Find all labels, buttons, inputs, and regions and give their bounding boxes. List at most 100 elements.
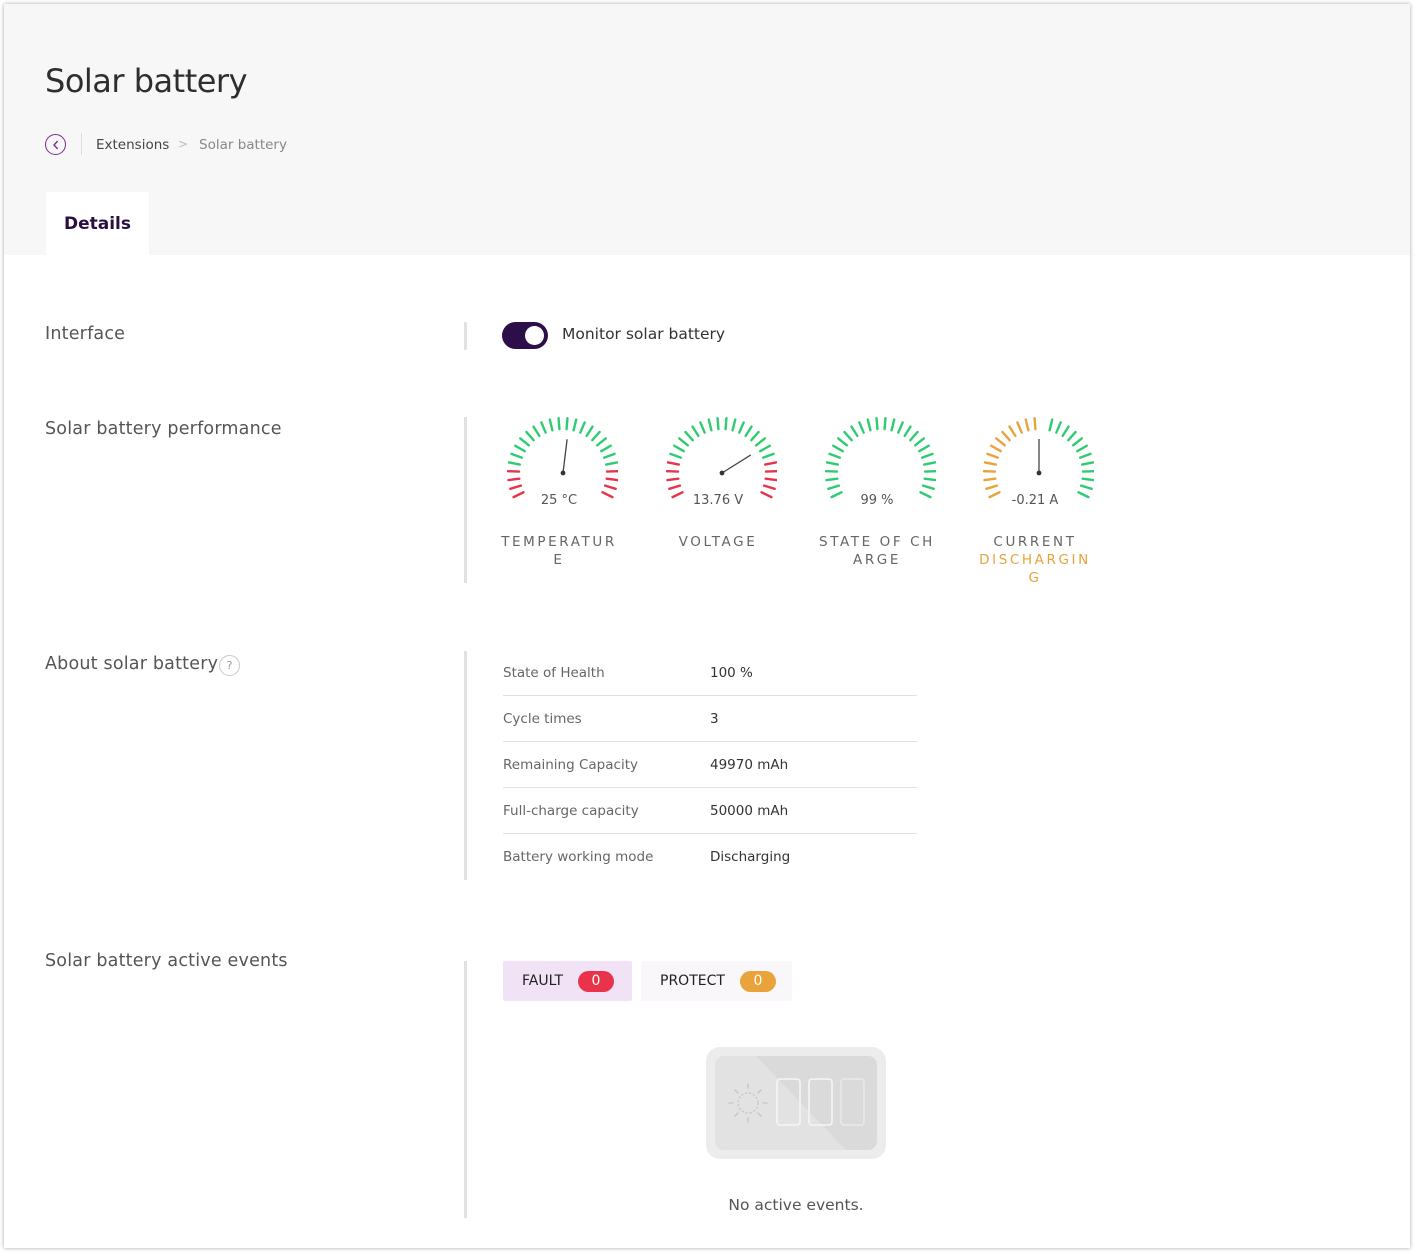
gauge-tick xyxy=(605,477,618,482)
gauge-tick xyxy=(557,416,561,431)
gauge-label: STATE OF CHARGE xyxy=(818,533,936,569)
fault-count-badge: 0 xyxy=(578,970,615,992)
gauge-tick xyxy=(669,452,682,459)
gauge-tick xyxy=(1080,461,1094,466)
section-divider xyxy=(464,417,467,583)
chevron-left-icon xyxy=(52,140,58,149)
gauge-tick xyxy=(1055,421,1062,434)
row-value: Discharging xyxy=(710,849,791,865)
chip-label: FAULT xyxy=(522,973,564,989)
table-row: Full-charge capacity 50000 mAh xyxy=(503,788,917,834)
gauge-tick xyxy=(832,444,844,453)
breadcrumb-extensions-link[interactable]: Extensions xyxy=(96,137,169,153)
gauge-tick xyxy=(603,484,617,491)
gauge-tick xyxy=(707,418,713,432)
gauge-tick xyxy=(897,421,904,434)
gauge-tick xyxy=(1001,430,1011,442)
gauge-needle-hub xyxy=(1036,470,1042,476)
gauge-value: 99 % xyxy=(860,493,894,508)
gauge-tick xyxy=(699,421,706,434)
gauge-label: TEMPERATURE xyxy=(500,533,618,569)
row-value: 50000 mAh xyxy=(710,803,789,819)
solar-battery-empty-illustration xyxy=(706,1047,886,1159)
protect-count-badge: 0 xyxy=(739,970,776,992)
gauge-dial xyxy=(665,416,777,499)
gauge-tick xyxy=(507,461,522,466)
gauge-tick xyxy=(990,444,1002,453)
gauge-tick xyxy=(540,421,547,434)
gauge-tick xyxy=(837,437,848,447)
help-icon[interactable]: ? xyxy=(219,655,240,676)
gauge-tick xyxy=(1079,484,1093,491)
gauge-tick xyxy=(1067,430,1077,442)
gauge-dial xyxy=(506,416,618,499)
gauge-tick xyxy=(596,437,607,447)
gauge-dial xyxy=(982,416,1094,499)
table-row: Remaining Capacity 49970 mAh xyxy=(503,742,917,788)
empty-state-text: No active events. xyxy=(728,1196,864,1214)
gauge-tick xyxy=(532,425,541,438)
gauge-tick xyxy=(514,444,526,453)
gauge-tick xyxy=(763,461,777,466)
chip-label: PROTECT xyxy=(660,973,725,989)
gauge-tick xyxy=(759,444,771,453)
gauge-tick xyxy=(724,416,728,431)
gauge-tick xyxy=(983,461,998,466)
gauge-tick xyxy=(825,477,839,482)
gauge-title: STATE OF CHARGE xyxy=(819,534,935,568)
gauge-tick xyxy=(673,444,685,453)
gauge-tick xyxy=(762,484,776,491)
gauge-tick xyxy=(691,425,700,438)
back-button[interactable] xyxy=(45,134,66,155)
about-section-label: About solar battery xyxy=(45,654,219,674)
gauge-tick xyxy=(604,461,618,466)
fault-filter-chip[interactable]: FAULT 0 xyxy=(503,961,632,1001)
gauge-tick xyxy=(825,461,840,466)
gauge-tick xyxy=(738,421,745,434)
gauge-tick xyxy=(1008,425,1017,438)
about-table: State of Health 100 % Cycle times 3 Rema… xyxy=(503,650,917,879)
gauge-tick xyxy=(585,425,594,438)
gauge-tick xyxy=(579,421,586,434)
gauge-tick xyxy=(903,425,912,438)
gauge-tick xyxy=(666,461,681,466)
breadcrumb-divider xyxy=(81,133,82,155)
gauge-status: DISCHARGING xyxy=(979,552,1091,586)
gauge-tick xyxy=(858,421,865,434)
page-title: Solar battery xyxy=(45,62,248,100)
gauge-tick xyxy=(764,477,777,482)
gauge-tick xyxy=(762,452,775,459)
gauge-label: VOLTAGE xyxy=(659,533,777,551)
gauge-title: CURRENT xyxy=(993,534,1077,550)
row-value: 49970 mAh xyxy=(710,757,789,773)
gauge-tick xyxy=(509,484,523,491)
gauge-tick xyxy=(921,452,934,459)
gauge-tick xyxy=(668,484,682,491)
gauge-value: -0.21 A xyxy=(1011,493,1059,508)
row-value: 3 xyxy=(710,711,719,727)
app-frame: Solar battery Extensions > Solar battery… xyxy=(4,4,1410,1248)
gauge-needle-hub xyxy=(719,470,725,476)
gauge-tick xyxy=(1079,452,1092,459)
interface-section-label: Interface xyxy=(45,324,126,344)
gauge-tick xyxy=(1072,437,1083,447)
state-of-charge-gauge: 99 % STATE OF CHARGE xyxy=(818,412,936,592)
gauge-tick xyxy=(1061,425,1070,438)
gauge-tick xyxy=(1033,416,1037,431)
protect-filter-chip[interactable]: PROTECT 0 xyxy=(641,961,792,1001)
gauge-dial xyxy=(824,416,936,499)
gauge-title: TEMPERATURE xyxy=(501,534,617,568)
events-section-label: Solar battery active events xyxy=(45,951,288,971)
gauge-tick xyxy=(866,418,872,432)
gauge-tick xyxy=(986,452,999,459)
gauge-tick xyxy=(828,452,841,459)
gauge-tick xyxy=(678,437,689,447)
gauge-tick xyxy=(921,484,935,491)
row-key: Remaining Capacity xyxy=(503,757,638,773)
row-key: Cycle times xyxy=(503,711,582,727)
gauge-tick xyxy=(923,477,936,482)
tab-details[interactable]: Details xyxy=(46,192,149,255)
gauge-tick xyxy=(983,477,997,482)
section-divider xyxy=(464,322,467,350)
monitor-toggle[interactable] xyxy=(502,322,548,349)
